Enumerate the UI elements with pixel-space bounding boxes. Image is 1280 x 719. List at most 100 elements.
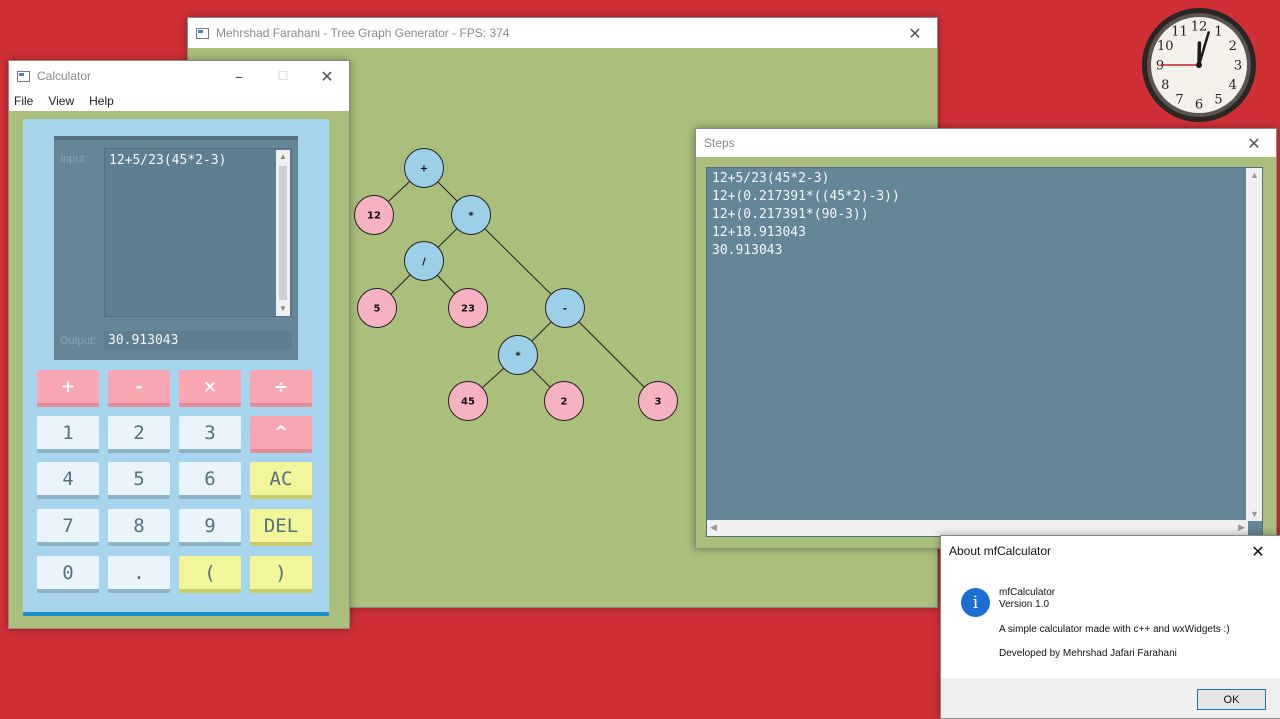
calculator-window: Calculator – ☐ ✕ File View Help Input: 1… bbox=[8, 60, 350, 629]
close-icon[interactable]: ✕ bbox=[893, 18, 937, 48]
key-close-paren[interactable]: ) bbox=[250, 556, 312, 593]
about-titlebar[interactable]: About mfCalculator ✕ bbox=[941, 536, 1280, 566]
key-plus[interactable]: + bbox=[37, 370, 99, 407]
key-multiply[interactable]: × bbox=[179, 370, 241, 407]
expression-input-value: 12+5/23(45*2-3) bbox=[109, 153, 227, 168]
steps-horizontal-scrollbar[interactable]: ◀ ▶ bbox=[707, 520, 1248, 536]
about-footer: OK bbox=[941, 678, 1280, 718]
step-line: 12+5/23(45*2-3) bbox=[712, 171, 830, 186]
scroll-right-icon[interactable]: ▶ bbox=[1238, 522, 1245, 533]
app-window-icon bbox=[196, 27, 209, 39]
about-description: A simple calculator made with c++ and wx… bbox=[999, 624, 1230, 635]
tree-node-label: * bbox=[515, 351, 521, 362]
step-line: 12+18.913043 bbox=[712, 225, 806, 240]
calculator-titlebar[interactable]: Calculator – ☐ ✕ bbox=[9, 61, 349, 91]
tree-node: 12 bbox=[354, 195, 394, 235]
key-4[interactable]: 4 bbox=[37, 462, 99, 499]
calculator-title: Calculator bbox=[37, 69, 92, 83]
tree-node: 3 bbox=[638, 381, 678, 421]
key-del[interactable]: DEL bbox=[250, 509, 312, 546]
steps-window-title: Steps bbox=[704, 136, 735, 150]
steps-body: 12+5/23(45*2-3) 12+(0.217391*((45*2)-3)) 1… bbox=[696, 157, 1276, 548]
tree-node-label: / bbox=[422, 257, 426, 268]
steps-text-area[interactable]: 12+5/23(45*2-3) 12+(0.217391*((45*2)-3)) 1… bbox=[706, 167, 1263, 537]
key-6[interactable]: 6 bbox=[179, 462, 241, 499]
tree-node: - bbox=[545, 288, 585, 328]
tree-node-label: - bbox=[563, 304, 567, 315]
clock-numeral: 8 bbox=[1161, 78, 1169, 93]
tree-node-label: 23 bbox=[461, 304, 475, 315]
key-8[interactable]: 8 bbox=[108, 509, 170, 546]
close-icon[interactable]: ✕ bbox=[305, 61, 349, 91]
clock-numeral: 9 bbox=[1156, 59, 1164, 74]
tree-node-label: 2 bbox=[561, 397, 568, 408]
expression-input[interactable]: 12+5/23(45*2-3) ▲ ▼ bbox=[104, 148, 292, 317]
key-3[interactable]: 3 bbox=[179, 416, 241, 453]
tree-node: * bbox=[451, 195, 491, 235]
key-open-paren[interactable]: ( bbox=[179, 556, 241, 593]
key-0[interactable]: 0 bbox=[37, 556, 99, 593]
menu-file[interactable]: File bbox=[14, 94, 33, 108]
clock-numeral: 2 bbox=[1229, 39, 1237, 54]
tree-node: / bbox=[404, 241, 444, 281]
info-icon: i bbox=[961, 588, 990, 617]
calculator-body: Input: 12+5/23(45*2-3) ▲ ▼ Output: 30.91… bbox=[9, 111, 349, 628]
scroll-thumb[interactable] bbox=[279, 166, 287, 300]
key-1[interactable]: 1 bbox=[37, 416, 99, 453]
scroll-down-icon[interactable]: ▼ bbox=[276, 302, 290, 316]
key-power[interactable]: ^ bbox=[250, 416, 312, 453]
about-developer: Developed by Mehrshad Jafari Farahani bbox=[999, 648, 1177, 659]
menu-view[interactable]: View bbox=[48, 94, 74, 108]
maximize-icon: ☐ bbox=[277, 69, 289, 83]
steps-window: Steps ✕ 12+5/23(45*2-3) 12+(0.217391*((45… bbox=[695, 128, 1277, 549]
key-dot[interactable]: . bbox=[108, 556, 170, 593]
scroll-down-icon[interactable]: ▼ bbox=[1250, 509, 1259, 519]
about-body: i mfCalculator Version 1.0 A simple calc… bbox=[941, 566, 1280, 678]
tree-node-label: * bbox=[468, 211, 474, 222]
io-panel: Input: 12+5/23(45*2-3) ▲ ▼ Output: 30.91… bbox=[54, 136, 298, 360]
step-line: 30.913043 bbox=[712, 243, 783, 258]
steps-window-titlebar[interactable]: Steps ✕ bbox=[696, 129, 1276, 157]
steps-vertical-scrollbar[interactable]: ▲ ▼ bbox=[1246, 168, 1262, 521]
close-icon[interactable]: ✕ bbox=[1236, 536, 1280, 566]
scroll-left-icon[interactable]: ◀ bbox=[710, 522, 717, 533]
menu-help[interactable]: Help bbox=[89, 94, 114, 108]
scroll-up-icon[interactable]: ▲ bbox=[1250, 170, 1259, 180]
tree-window-titlebar[interactable]: Mehrshad Farahani - Tree Graph Generator… bbox=[188, 18, 937, 48]
tree-node: 2 bbox=[544, 381, 584, 421]
tree-node-label: 12 bbox=[367, 211, 381, 222]
key-ac[interactable]: AC bbox=[250, 462, 312, 499]
clock-numeral: 3 bbox=[1234, 59, 1242, 74]
ok-button[interactable]: OK bbox=[1197, 689, 1266, 710]
clock-numeral: 6 bbox=[1195, 98, 1203, 113]
about-title: About mfCalculator bbox=[949, 544, 1052, 558]
key-minus[interactable]: - bbox=[108, 370, 170, 407]
clock-numeral: 10 bbox=[1157, 39, 1174, 54]
desktop-clock: 12 12 3 45678 9 1011 bbox=[1142, 8, 1256, 122]
tree-node-label: + bbox=[420, 164, 428, 175]
tree-node: * bbox=[498, 335, 538, 375]
output-label: Output: bbox=[60, 335, 97, 347]
app-window-icon bbox=[17, 70, 30, 82]
close-icon[interactable]: ✕ bbox=[1232, 129, 1276, 157]
step-line: 12+(0.217391*(90-3)) bbox=[712, 207, 869, 222]
key-9[interactable]: 9 bbox=[179, 509, 241, 546]
about-version: Version 1.0 bbox=[999, 599, 1050, 610]
result-output: 30.913043 bbox=[104, 331, 292, 350]
key-7[interactable]: 7 bbox=[37, 509, 99, 546]
tree-node: + bbox=[404, 148, 444, 188]
clock-numeral: 11 bbox=[1171, 25, 1188, 40]
scroll-up-icon[interactable]: ▲ bbox=[276, 150, 290, 164]
clock-numeral: 4 bbox=[1229, 78, 1237, 93]
input-scrollbar[interactable]: ▲ ▼ bbox=[276, 150, 290, 316]
clock-numeral: 1 bbox=[1214, 25, 1222, 40]
minimize-icon[interactable]: – bbox=[217, 61, 261, 91]
key-2[interactable]: 2 bbox=[108, 416, 170, 453]
clock-numeral: 5 bbox=[1214, 92, 1222, 107]
key-divide[interactable]: ÷ bbox=[250, 370, 312, 407]
tree-node: 5 bbox=[357, 288, 397, 328]
step-line: 12+(0.217391*((45*2)-3)) bbox=[712, 189, 900, 204]
clock-numeral: 12 bbox=[1191, 20, 1208, 35]
key-5[interactable]: 5 bbox=[108, 462, 170, 499]
input-label: Input: bbox=[60, 153, 88, 165]
